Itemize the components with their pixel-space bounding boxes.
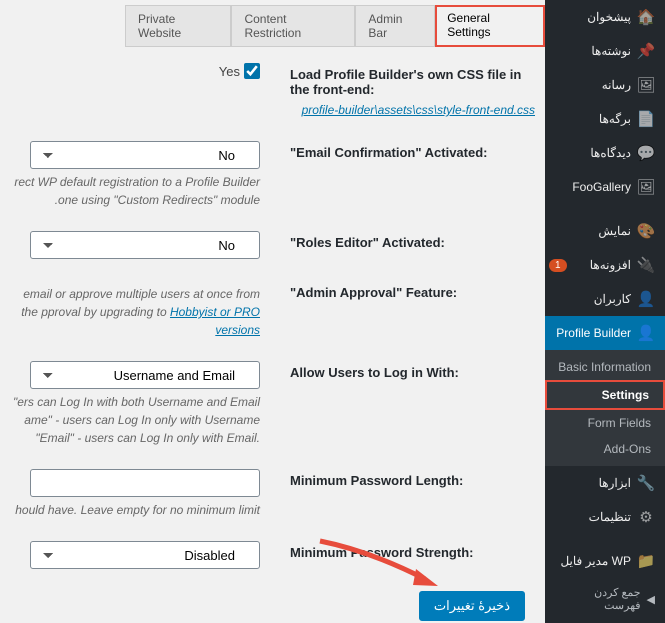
sidebar-label: افزونه‌ها bbox=[590, 258, 631, 272]
sidebar-label: پیشخوان bbox=[587, 10, 631, 24]
select-roles[interactable]: No bbox=[30, 231, 260, 259]
save-button[interactable]: ذخیرهٔ تغییرات bbox=[419, 591, 525, 621]
sidebar-label: WP مدیر فایل bbox=[560, 554, 631, 568]
pin-icon: 📌 bbox=[637, 42, 655, 60]
settings-tabs: Private Website Content Restriction Admi… bbox=[0, 5, 545, 47]
tab-general-settings[interactable]: General Settings bbox=[435, 5, 545, 47]
content-area: Private Website Content Restriction Admi… bbox=[0, 0, 545, 623]
input-minlen[interactable] bbox=[30, 469, 260, 497]
select-strength[interactable]: Disabled bbox=[30, 541, 260, 569]
row-roles-editor: "Roles Editor" Activated: No bbox=[0, 225, 545, 265]
comment-icon: 💬 bbox=[637, 144, 655, 162]
row-strength: Minimum Password Strength: Disabled bbox=[0, 535, 545, 575]
yes-label: Yes bbox=[219, 64, 240, 79]
help-email-conf: rect WP default registration to a Profil… bbox=[10, 173, 260, 209]
dashboard-icon: 🏠 bbox=[637, 8, 655, 26]
sidebar-label: نوشته‌ها bbox=[591, 44, 631, 58]
row-admin-approval: "Admin Approval" Feature: email or appro… bbox=[0, 275, 545, 345]
sidebar-item-dashboard[interactable]: 🏠 پیشخوان bbox=[545, 0, 665, 34]
upgrade-link[interactable]: Hobbyist or PRO versions bbox=[170, 305, 260, 337]
collapse-icon: ◀ bbox=[647, 593, 655, 606]
sidebar-label: ابزارها bbox=[599, 476, 631, 490]
gallery-icon: 🖼 bbox=[637, 178, 655, 196]
profile-icon: 👤 bbox=[637, 324, 655, 342]
collapse-label: جمع کردن فهرست bbox=[555, 586, 641, 612]
label-roles: "Roles Editor" Activated: bbox=[290, 231, 525, 250]
sidebar-item-pages[interactable]: 📄 برگه‌ها bbox=[545, 102, 665, 136]
sidebar-item-tools[interactable]: 🔧 ابزارها bbox=[545, 466, 665, 500]
help-login: "ers can Log In with both Username and E… bbox=[10, 393, 260, 447]
select-login[interactable]: Username and Email bbox=[30, 361, 260, 389]
label-approval: "Admin Approval" Feature: bbox=[290, 281, 525, 300]
row-email-confirmation: "Email Confirmation" Activated: No rect … bbox=[0, 135, 545, 215]
gear-icon: ⚙ bbox=[637, 508, 655, 526]
label-email-conf: "Email Confirmation" Activated: bbox=[290, 141, 525, 160]
sidebar-item-plugins[interactable]: 🔌 افزونه‌ها 1 bbox=[545, 248, 665, 282]
tab-content-restriction[interactable]: Content Restriction bbox=[231, 5, 355, 47]
sidebar-label: Profile Builder bbox=[556, 326, 631, 340]
sidebar-item-media[interactable]: 🖼 رسانه bbox=[545, 68, 665, 102]
collapse-menu[interactable]: ◀ جمع کردن فهرست bbox=[545, 578, 665, 620]
submenu-form-fields[interactable]: Form Fields bbox=[545, 410, 665, 436]
plugin-icon: 🔌 bbox=[637, 256, 655, 274]
tab-private-website[interactable]: Private Website bbox=[125, 5, 231, 47]
sidebar-item-comments[interactable]: 💬 دیدگاه‌ها bbox=[545, 136, 665, 170]
brush-icon: 🎨 bbox=[637, 222, 655, 240]
sidebar-label: برگه‌ها bbox=[599, 112, 631, 126]
help-minlen: hould have. Leave empty for no minimum l… bbox=[10, 501, 260, 519]
sidebar-item-settings[interactable]: ⚙ تنظیمات bbox=[545, 500, 665, 534]
user-icon: 👤 bbox=[637, 290, 655, 308]
sidebar-item-posts[interactable]: 📌 نوشته‌ها bbox=[545, 34, 665, 68]
sidebar-item-file-manager[interactable]: 📁 WP مدیر فایل bbox=[545, 544, 665, 578]
sidebar-label: کاربران bbox=[594, 292, 631, 306]
label-minlen: Minimum Password Length: bbox=[290, 469, 525, 488]
admin-sidebar: 🏠 پیشخوان 📌 نوشته‌ها 🖼 رسانه 📄 برگه‌ها 💬 دیدگ… bbox=[545, 0, 665, 623]
label-css: Load Profile Builder's own CSS file in t… bbox=[290, 63, 525, 97]
submenu-basic-info[interactable]: Basic Information bbox=[545, 354, 665, 380]
update-badge: 1 bbox=[549, 259, 567, 272]
sidebar-label: رسانه bbox=[602, 78, 631, 92]
label-strength: Minimum Password Strength: bbox=[290, 541, 525, 560]
submenu-profile-builder: Basic Information Settings Form Fields A… bbox=[545, 350, 665, 466]
label-login: Allow Users to Log in With: bbox=[290, 361, 525, 380]
row-login-with: Allow Users to Log in With: Username and… bbox=[0, 355, 545, 453]
media-icon: 🖼 bbox=[637, 76, 655, 94]
sidebar-item-appearance[interactable]: 🎨 نمایش bbox=[545, 214, 665, 248]
submenu-addons[interactable]: Add-Ons bbox=[545, 436, 665, 462]
sidebar-item-profile-builder[interactable]: 👤 Profile Builder bbox=[545, 316, 665, 350]
css-path-link[interactable]: profile-builder\assets\css\style-front-e… bbox=[0, 103, 545, 125]
sidebar-item-foogallery[interactable]: 🖼 FooGallery bbox=[545, 170, 665, 204]
submenu-settings[interactable]: Settings bbox=[545, 380, 665, 410]
sidebar-label: دیدگاه‌ها bbox=[590, 146, 631, 160]
page-icon: 📄 bbox=[637, 110, 655, 128]
sidebar-label: نمایش bbox=[598, 224, 631, 238]
row-min-length: Minimum Password Length: hould have. Lea… bbox=[0, 463, 545, 525]
folder-icon: 📁 bbox=[637, 552, 655, 570]
sidebar-label: تنظیمات bbox=[589, 510, 631, 524]
sidebar-label: FooGallery bbox=[572, 180, 631, 194]
help-approval: email or approve multiple users at once … bbox=[10, 285, 260, 339]
css-checkbox[interactable] bbox=[244, 63, 260, 79]
tab-admin-bar[interactable]: Admin Bar bbox=[355, 5, 435, 47]
sidebar-item-users[interactable]: 👤 کاربران bbox=[545, 282, 665, 316]
wrench-icon: 🔧 bbox=[637, 474, 655, 492]
select-email-conf[interactable]: No bbox=[30, 141, 260, 169]
row-css: Load Profile Builder's own CSS file in t… bbox=[0, 57, 545, 103]
